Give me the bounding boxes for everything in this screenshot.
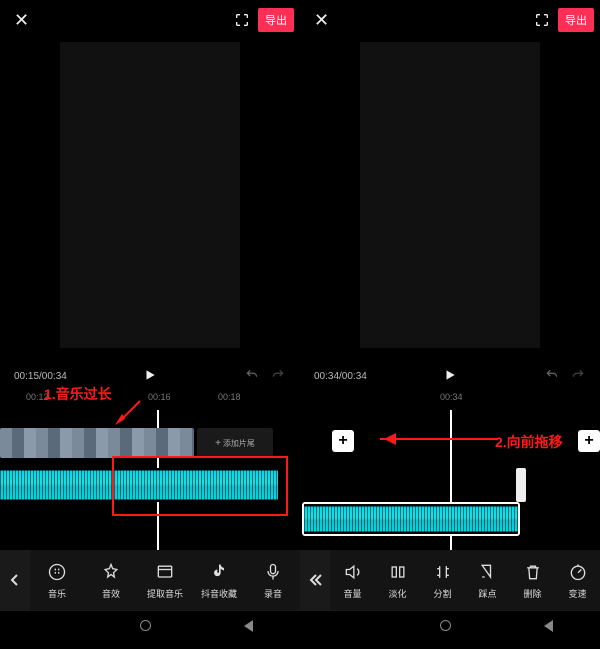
tracks-area[interactable]: + 添加片尾 + +	[0, 410, 600, 550]
annotation-arrow-2	[380, 438, 498, 440]
tool-label: 音效	[102, 587, 120, 600]
tool-label: 音量	[343, 587, 361, 600]
left-header: ✕ 导出	[0, 6, 300, 34]
audio-waveform-right[interactable]	[302, 502, 520, 536]
video-preview-right[interactable]	[360, 42, 540, 348]
toolbar-collapse-chevron[interactable]	[300, 550, 330, 610]
record-icon	[262, 561, 284, 583]
extract-icon	[154, 561, 176, 583]
annotation-drag-forward: 2.向前拖移	[495, 432, 563, 452]
tool-beat[interactable]: 踩点	[468, 561, 508, 600]
add-clip-button[interactable]: +	[332, 430, 354, 452]
time-label-left: 00:15/00:34	[14, 371, 67, 382]
add-ending-label: 添加片尾	[223, 438, 255, 449]
video-preview-left[interactable]	[60, 42, 240, 348]
tool-record[interactable]: 录音	[253, 561, 293, 600]
bottom-toolbar: 音乐 音效 提取音乐 抖音收藏 录音 音量 淡化 分割 踩点 删除 变速	[0, 550, 600, 610]
nav-home-button[interactable]	[440, 620, 451, 631]
tool-sfx[interactable]: 音效	[91, 561, 131, 600]
audio-clip-end-handle[interactable]	[516, 468, 526, 502]
left-editor-pane: ✕ 导出	[0, 0, 300, 362]
tool-label: 变速	[568, 587, 586, 600]
nav-back-button[interactable]	[544, 620, 553, 632]
tool-fade[interactable]: 淡化	[378, 561, 418, 600]
export-button[interactable]: 导出	[558, 8, 594, 32]
tool-label: 音乐	[48, 587, 66, 600]
annotation-arrow-1	[112, 397, 144, 427]
music-icon	[46, 561, 68, 583]
fullscreen-icon[interactable]	[534, 12, 550, 28]
play-button[interactable]	[443, 368, 457, 385]
close-button[interactable]: ✕	[10, 8, 33, 33]
undo-button[interactable]	[244, 368, 260, 385]
tool-extract[interactable]: 提取音乐	[145, 561, 185, 600]
nav-back-button[interactable]	[244, 620, 253, 632]
android-nav-right	[300, 610, 600, 640]
close-button[interactable]: ✕	[310, 8, 333, 33]
tool-label: 提取音乐	[147, 587, 183, 600]
right-editor-pane: ✕ 导出	[300, 0, 600, 362]
fullscreen-icon[interactable]	[234, 12, 250, 28]
fade-icon	[387, 561, 409, 583]
time-label-right: 00:34/00:34	[314, 371, 367, 382]
douyin-icon	[208, 561, 230, 583]
tool-douyin[interactable]: 抖音收藏	[199, 561, 239, 600]
tool-label: 分割	[433, 587, 451, 600]
video-clip-thumbnails[interactable]	[0, 428, 194, 458]
tool-music[interactable]: 音乐	[37, 561, 77, 600]
tool-split[interactable]: 分割	[423, 561, 463, 600]
export-button[interactable]: 导出	[258, 8, 294, 32]
tick-label: 00:18	[218, 392, 241, 402]
tool-label: 踩点	[478, 587, 496, 600]
delete-icon	[522, 561, 544, 583]
play-button[interactable]	[143, 368, 157, 385]
speed-icon	[567, 561, 589, 583]
annotation-music-too-long: 1.音乐过长	[44, 384, 112, 404]
split-icon	[432, 561, 454, 583]
tool-label: 淡化	[388, 587, 406, 600]
tick-label: 00:16	[148, 392, 171, 402]
tick-label: 00:34	[440, 392, 463, 402]
right-header: ✕ 导出	[300, 6, 600, 34]
right-controls: 00:34/00:34	[300, 362, 600, 390]
beat-icon	[477, 561, 499, 583]
tool-delete[interactable]: 删除	[513, 561, 553, 600]
tool-label: 录音	[264, 587, 282, 600]
add-clip-button[interactable]: +	[578, 430, 600, 452]
tool-speed[interactable]: 变速	[558, 561, 598, 600]
toolbar-back-chevron[interactable]	[0, 550, 30, 610]
volume-icon	[342, 561, 364, 583]
annotation-red-box	[112, 456, 288, 516]
tool-label: 删除	[523, 587, 541, 600]
android-nav-left	[0, 610, 300, 640]
redo-button[interactable]	[570, 368, 586, 385]
tool-volume[interactable]: 音量	[333, 561, 373, 600]
sfx-icon	[100, 561, 122, 583]
redo-button[interactable]	[270, 368, 286, 385]
add-ending-button[interactable]: + 添加片尾	[197, 428, 273, 458]
nav-home-button[interactable]	[140, 620, 151, 631]
undo-button[interactable]	[544, 368, 560, 385]
tool-label: 抖音收藏	[201, 587, 237, 600]
